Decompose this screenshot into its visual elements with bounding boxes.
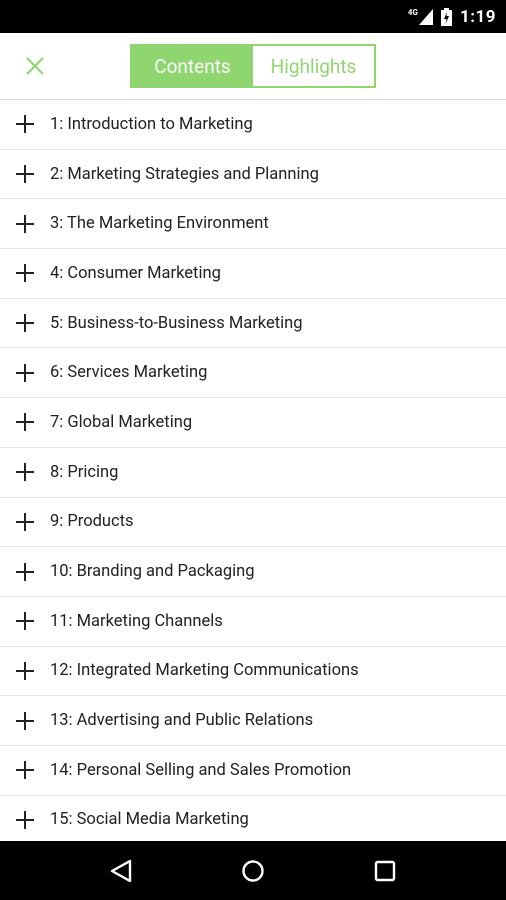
back-icon [110, 859, 132, 882]
chapter-label: 7: Global Marketing [50, 412, 193, 432]
plus-icon[interactable] [0, 165, 50, 184]
chapter-row[interactable]: 14: Personal Selling and Sales Promotion [0, 746, 506, 796]
chapter-row[interactable]: 2: Marketing Strategies and Planning [0, 150, 506, 200]
chapter-row[interactable]: 11: Marketing Channels [0, 597, 506, 647]
chapter-label: 1: Introduction to Marketing [50, 114, 253, 134]
plus-icon[interactable] [0, 115, 50, 134]
plus-icon[interactable] [0, 463, 50, 482]
chapter-row[interactable]: 6: Services Marketing [0, 348, 506, 399]
chapter-row[interactable]: 15: Social Media Marketing [0, 796, 506, 841]
home-icon [242, 859, 264, 882]
network-label: 4G [407, 7, 418, 17]
chapter-label: 3: The Marketing Environment [50, 214, 269, 234]
plus-icon[interactable] [0, 264, 50, 283]
chapter-label: 12: Integrated Marketing Communications [50, 661, 359, 681]
chapter-label: 15: Social Media Marketing [50, 810, 249, 830]
back-button[interactable] [91, 846, 151, 896]
chapter-label: 5: Business-to-Business Marketing [50, 313, 303, 333]
chapter-row[interactable]: 1: Introduction to Marketing [0, 100, 506, 150]
signal-icon [418, 8, 433, 25]
toolbar: Contents Highlights [0, 33, 506, 100]
chapter-label: 6: Services Marketing [50, 363, 208, 383]
chapter-row[interactable]: 3: The Marketing Environment [0, 199, 506, 250]
plus-icon[interactable] [0, 810, 50, 829]
chapter-row[interactable]: 10: Branding and Packaging [0, 547, 506, 597]
clock: 1:19 [459, 6, 496, 27]
home-button[interactable] [223, 846, 283, 896]
status-bar: 4G 1:19 [0, 0, 506, 33]
chapter-list: 1: Introduction to Marketing 2: Marketin… [0, 100, 506, 841]
tab-highlights[interactable]: Highlights [253, 46, 374, 86]
chapter-label: 10: Branding and Packaging [50, 562, 255, 582]
battery-icon [440, 7, 452, 26]
tab-group: Contents Highlights [130, 44, 376, 88]
tab-contents[interactable]: Contents [132, 46, 253, 86]
chapter-label: 2: Marketing Strategies and Planning [50, 164, 319, 184]
navigation-bar [0, 841, 506, 900]
network-indicator: 4G [407, 7, 433, 25]
chapter-label: 9: Products [50, 512, 134, 532]
chapter-label: 8: Pricing [50, 462, 119, 482]
plus-icon[interactable] [0, 512, 50, 531]
plus-icon[interactable] [0, 214, 50, 233]
plus-icon[interactable] [0, 562, 50, 581]
chapter-row[interactable]: 4: Consumer Marketing [0, 249, 506, 299]
chapter-label: 11: Marketing Channels [50, 611, 223, 631]
chapter-label: 13: Advertising and Public Relations [50, 711, 314, 731]
plus-icon[interactable] [0, 711, 50, 730]
plus-icon[interactable] [0, 314, 50, 333]
close-button[interactable] [18, 49, 52, 83]
chapter-label: 4: Consumer Marketing [50, 263, 221, 283]
recents-button[interactable] [355, 846, 415, 896]
plus-icon[interactable] [0, 761, 50, 780]
plus-icon[interactable] [0, 612, 50, 631]
chapter-row[interactable]: 5: Business-to-Business Marketing [0, 299, 506, 349]
chapter-row[interactable]: 13: Advertising and Public Relations [0, 696, 506, 746]
plus-icon[interactable] [0, 363, 50, 382]
chapter-label: 14: Personal Selling and Sales Promotion [50, 760, 352, 780]
chapter-row[interactable]: 9: Products [0, 498, 506, 548]
plus-icon[interactable] [0, 413, 50, 432]
plus-icon[interactable] [0, 661, 50, 680]
recents-icon [374, 860, 396, 881]
close-icon [26, 57, 44, 75]
chapter-row[interactable]: 8: Pricing [0, 448, 506, 498]
chapter-row[interactable]: 7: Global Marketing [0, 398, 506, 448]
chapter-row[interactable]: 12: Integrated Marketing Communications [0, 647, 506, 697]
